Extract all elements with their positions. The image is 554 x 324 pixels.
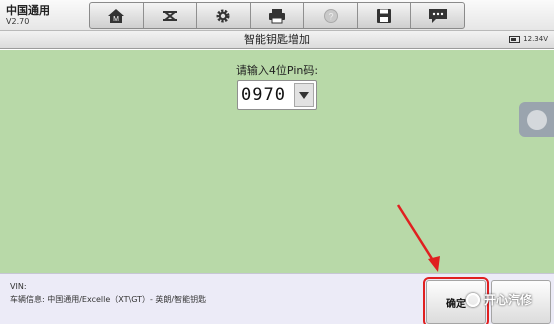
watermark: 开心汽修 <box>466 291 532 308</box>
vin-label: VIN: <box>10 282 27 291</box>
toolbar: M ? <box>89 2 465 29</box>
battery-icon <box>509 36 521 43</box>
watermark-text: 开心汽修 <box>484 293 533 307</box>
vehicle-lift-icon <box>162 10 177 21</box>
help-icon: ? <box>323 8 338 23</box>
message-icon <box>428 8 447 23</box>
app-name: 中国通用 <box>6 4 50 17</box>
save-button[interactable] <box>358 3 412 28</box>
side-panel-handle[interactable] <box>519 102 554 137</box>
message-button[interactable] <box>411 3 464 28</box>
battery-voltage: 12.34V <box>523 35 548 43</box>
home-icon: M <box>108 8 125 23</box>
help-button[interactable]: ? <box>304 3 358 28</box>
dropdown-button[interactable] <box>294 83 314 107</box>
app-version: V2.70 <box>6 17 30 26</box>
svg-text:M: M <box>113 16 119 23</box>
top-bar: 中国通用 V2.70 M ? <box>0 0 554 31</box>
vehicle-lift-button[interactable] <box>144 3 198 28</box>
pin-prompt: 请输入4位Pin码: <box>235 64 319 77</box>
gear-icon <box>216 9 230 22</box>
title-bar: 智能钥匙增加 12.34V <box>0 31 554 49</box>
triangle-down-icon <box>299 91 309 99</box>
save-icon <box>377 8 392 23</box>
page-title: 智能钥匙增加 <box>244 33 310 46</box>
settings-button[interactable] <box>197 3 251 28</box>
print-button[interactable] <box>251 3 305 28</box>
pin-value: 0970 <box>241 85 286 105</box>
home-button[interactable]: M <box>90 3 144 28</box>
printer-icon <box>269 8 286 23</box>
handle-circle-icon <box>526 109 547 130</box>
vehicle-info: 车辆信息: 中国通用/Excelle（XT\GT）- 英朗/智能钥匙 <box>10 295 207 304</box>
svg-text:?: ? <box>328 11 333 21</box>
pin-select[interactable]: 0970 <box>237 80 317 110</box>
main-panel: 请输入4位Pin码: 0970 <box>0 50 554 273</box>
confirm-button-label: 确定 <box>446 298 466 310</box>
battery-status: 12.34V <box>509 34 548 45</box>
watermark-logo-icon <box>466 292 480 307</box>
